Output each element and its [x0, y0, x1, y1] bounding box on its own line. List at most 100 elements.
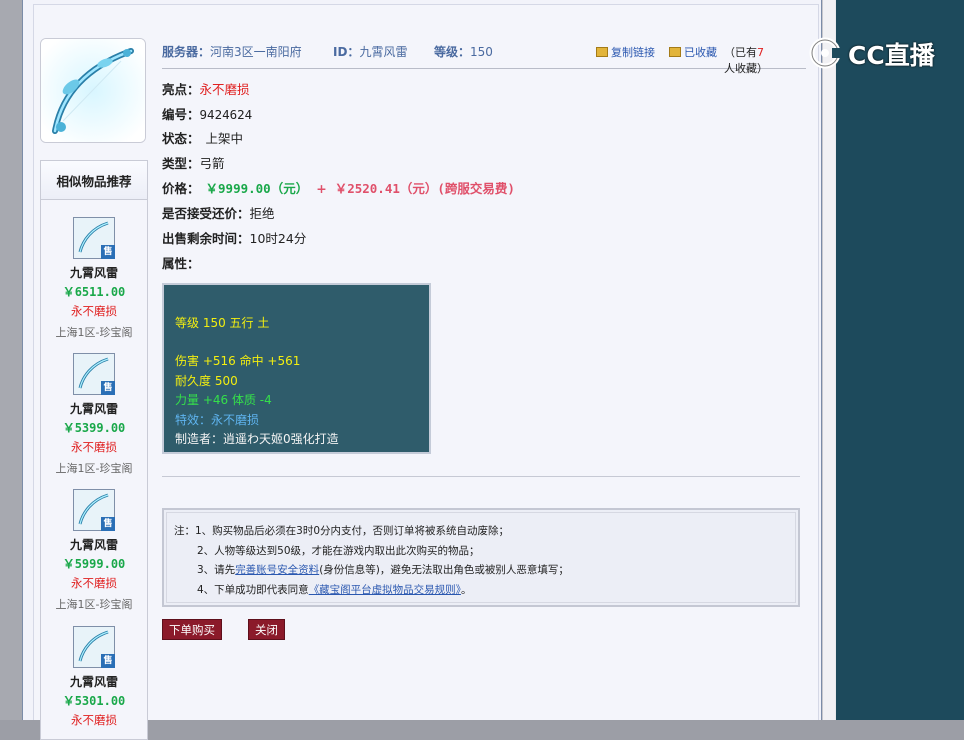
attr-maker: 制造者：逍遥わ天姬0强化打造	[175, 432, 339, 446]
field-highlight: 亮点：永不磨损	[162, 79, 250, 98]
similar-items-title: 相似物品推荐	[41, 161, 147, 200]
similar-item-price: ￥5999.00	[62, 557, 126, 571]
server-label: 服务器：	[162, 45, 211, 59]
sale-badge: 售	[101, 381, 115, 395]
similar-item[interactable]: 售 九霄风雷 ￥5301.00 永不磨损	[41, 626, 147, 728]
cc-live-logo: CC直播	[806, 34, 936, 72]
field-status: 状态： 上架中	[162, 128, 243, 147]
scrollbar-thumb[interactable]	[823, 0, 835, 720]
remaining-label: 出售剩余时间：	[162, 231, 250, 246]
similar-item-price: ￥5301.00	[62, 694, 126, 708]
fav-count-suffix: 人收藏）	[724, 62, 768, 75]
favorite-icon	[669, 47, 681, 57]
level-info: 等级：150	[434, 43, 493, 60]
similar-item-name[interactable]: 九霄风雷	[41, 673, 147, 690]
attribute-box: 等级 150 五行 土 伤害 +516 命中 +561 耐久度 500 力量 +…	[162, 283, 431, 454]
note-3-suffix: (身份信息等)，避免无法取出角色或被别人恶意填写；	[319, 564, 569, 576]
note-4-prefix: 4、下单成功即代表同意	[197, 584, 309, 596]
attr-stats: 力量 +46 体质 -4	[175, 393, 272, 407]
highlight-label: 亮点：	[162, 82, 200, 97]
copy-icon	[596, 47, 608, 57]
remaining-value: 10时24分	[249, 231, 307, 246]
item-thumbnail[interactable]: 售	[73, 626, 115, 668]
similar-item-price: ￥6511.00	[62, 285, 126, 299]
attr-special: 特效：永不磨损	[175, 413, 260, 427]
field-attributes: 属性：	[162, 253, 200, 272]
attr-damage: 伤害 +516 命中 +561	[175, 354, 301, 368]
price-plus: +	[316, 181, 327, 196]
price-fee: ￥2520.41（元）(跨服交易费)	[334, 181, 515, 196]
similar-item-name[interactable]: 九霄风雷	[41, 264, 147, 281]
favorite-count: （已有7 人收藏）	[724, 44, 806, 76]
similar-item-feature: 永不磨损	[71, 304, 117, 318]
id-label: ID：	[333, 45, 360, 59]
cc-logo-icon	[809, 37, 844, 69]
attr-level: 等级 150 五行 土	[175, 316, 270, 330]
status-label: 状态：	[162, 131, 200, 146]
type-value: 弓箭	[199, 156, 225, 171]
similar-item[interactable]: 售 九霄风雷 ￥6511.00 永不磨损 上海1区-珍宝阁	[41, 217, 147, 340]
similar-items-panel: 相似物品推荐 售 九霄风雷 ￥6511.00 永不磨损 上海1区-珍宝阁 售 九…	[40, 160, 148, 740]
favorite-label: 已收藏	[684, 46, 717, 59]
id-value: 九霄风雷	[359, 45, 408, 59]
similar-item-name[interactable]: 九霄风雷	[41, 536, 147, 553]
similar-item-name[interactable]: 九霄风雷	[41, 400, 147, 417]
number-value: 9424624	[199, 107, 253, 122]
note-3: 3、请先完善账号安全资料(身份信息等)，避免无法取出角色或被别人恶意填写；	[197, 562, 569, 577]
bow-icon	[41, 39, 145, 142]
field-number: 编号：9424624	[162, 104, 252, 123]
divider	[162, 476, 800, 477]
fav-count-prefix: （已有	[724, 46, 757, 59]
note-4: 4、下单成功即代表同意《藏宝阁平台虚拟物品交易规则》。	[197, 582, 471, 597]
sale-badge: 售	[101, 654, 115, 668]
favorite-button[interactable]: 已收藏	[669, 44, 717, 60]
item-thumbnail[interactable]: 售	[73, 489, 115, 531]
field-price: 价格： ￥9999.00（元） + ￥2520.41（元）(跨服交易费)	[162, 178, 515, 197]
similar-item-feature: 永不磨损	[71, 576, 117, 590]
similar-item[interactable]: 售 九霄风雷 ￥5999.00 永不磨损 上海1区-珍宝阁	[41, 489, 147, 612]
left-background	[0, 0, 22, 720]
note-2: 2、人物等级达到50级，才能在游戏内取出此次购买的物品；	[197, 545, 480, 557]
server-value: 河南3区一南阳府	[210, 45, 302, 59]
id-info: ID：九霄风雷	[333, 43, 407, 60]
note-3-prefix: 3、请先	[197, 564, 236, 576]
number-label: 编号：	[162, 107, 200, 122]
copy-link-label: 复制链接	[611, 46, 655, 59]
status-value: 上架中	[205, 131, 244, 146]
fav-count-number: 7	[757, 46, 764, 59]
level-value: 150	[470, 45, 493, 59]
note-1: 注：1、购买物品后必须在3时0分内支付，否则订单将被系统自动废除；	[174, 525, 510, 537]
copy-link-button[interactable]: 复制链接	[596, 44, 655, 60]
item-header: 服务器：河南3区一南阳府 ID：九霄风雷 等级：150 复制链接 已收藏 （已有…	[162, 40, 806, 75]
server-info: 服务器：河南3区一南阳府	[162, 43, 302, 60]
sale-badge: 售	[101, 245, 115, 259]
attr-label: 属性：	[162, 256, 200, 271]
price-label: 价格：	[162, 181, 200, 196]
field-type: 类型：弓箭	[162, 153, 225, 172]
counter-value: 拒绝	[249, 206, 275, 221]
price-main: ￥9999.00（元）	[205, 181, 309, 196]
highlight-value: 永不磨损	[199, 82, 250, 97]
trade-rules-link[interactable]: 《藏宝阁平台虚拟物品交易规则》	[309, 584, 461, 596]
counter-label: 是否接受还价：	[162, 206, 250, 221]
field-counter-offer: 是否接受还价：拒绝	[162, 203, 275, 222]
stream-side-panel	[836, 0, 964, 720]
similar-item-server: 上海1区-珍宝阁	[55, 598, 133, 611]
similar-item-price: ￥5399.00	[62, 421, 126, 435]
similar-item-server: 上海1区-珍宝阁	[55, 462, 133, 475]
item-thumbnail[interactable]: 售	[73, 353, 115, 395]
logo-text: CC直播	[848, 41, 935, 70]
note-4-suffix: 。	[460, 584, 472, 596]
level-label: 等级：	[434, 45, 471, 59]
item-image	[40, 38, 146, 143]
item-thumbnail[interactable]: 售	[73, 217, 115, 259]
attr-durability: 耐久度 500	[175, 374, 238, 388]
notes-box: 注：1、购买物品后必须在3时0分内支付，否则订单将被系统自动废除； 2、人物等级…	[162, 508, 800, 607]
field-remaining-time: 出售剩余时间：10时24分	[162, 228, 306, 247]
similar-item[interactable]: 售 九霄风雷 ￥5399.00 永不磨损 上海1区-珍宝阁	[41, 353, 147, 476]
close-button[interactable]: 关闭	[248, 619, 285, 640]
similar-item-server: 上海1区-珍宝阁	[55, 326, 133, 339]
similar-item-feature: 永不磨损	[71, 713, 117, 727]
account-security-link[interactable]: 完善账号安全资料	[235, 564, 319, 576]
buy-button[interactable]: 下单购买	[162, 619, 222, 640]
